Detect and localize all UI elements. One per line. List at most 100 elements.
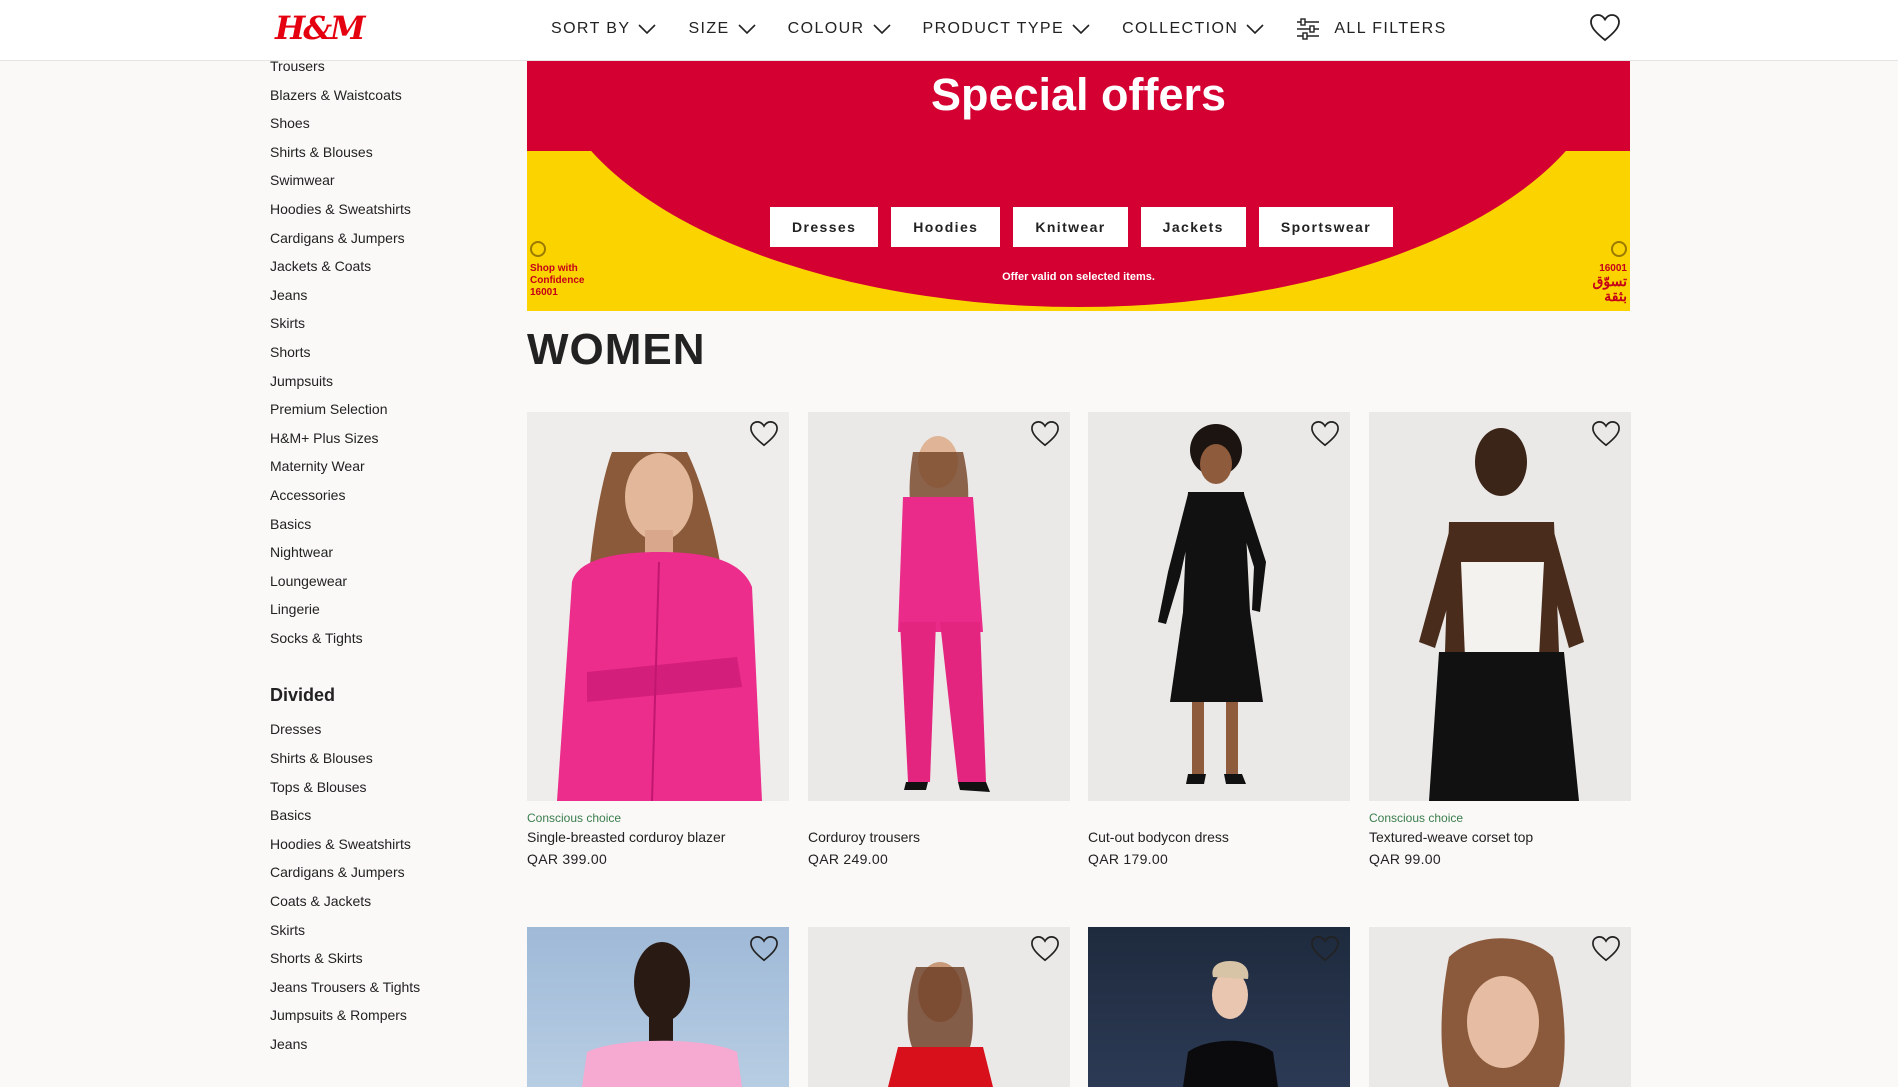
collection-label: COLLECTION: [1122, 20, 1239, 37]
heart-icon[interactable]: [749, 420, 779, 448]
sidebar-item-divided[interactable]: Coats & Jackets: [270, 887, 500, 916]
sidebar-item-divided[interactable]: Cardigans & Jumpers: [270, 858, 500, 887]
product-card[interactable]: Corduroy trousers QAR 249.00: [808, 412, 1070, 867]
sidebar-item-women[interactable]: Loungewear: [270, 567, 500, 596]
product-image[interactable]: [1369, 412, 1631, 801]
sidebar-item-women[interactable]: Lingerie: [270, 595, 500, 624]
seal-line: 16001: [530, 287, 558, 298]
sidebar-item-women[interactable]: Premium Selection: [270, 395, 500, 424]
colour-label: COLOUR: [787, 20, 865, 37]
product-name[interactable]: Single-breasted corduroy blazer: [527, 829, 789, 845]
sidebar-item-divided[interactable]: Basics: [270, 801, 500, 830]
sidebar-item-women[interactable]: Jumpsuits: [270, 367, 500, 396]
heart-icon[interactable]: [1310, 420, 1340, 448]
size-label: SIZE: [688, 20, 730, 37]
heart-icon[interactable]: [1591, 420, 1621, 448]
sidebar-item-divided[interactable]: Hoodies & Sweatshirts: [270, 830, 500, 859]
offer-button-knitwear[interactable]: Knitwear: [1013, 207, 1128, 247]
sort-by-filter[interactable]: SORT BY: [551, 20, 657, 38]
sidebar-item-women[interactable]: Swimwear: [270, 166, 500, 195]
product-type-label: PRODUCT TYPE: [922, 20, 1065, 37]
product-image[interactable]: [1369, 927, 1631, 1087]
product-name[interactable]: Corduroy trousers: [808, 829, 1070, 845]
seal-emblem-icon: [1611, 241, 1627, 257]
favourites-heart-icon[interactable]: [1589, 13, 1621, 43]
sidebar-item-divided[interactable]: Skirts: [270, 916, 500, 945]
sidebar-item-women[interactable]: Nightwear: [270, 538, 500, 567]
sidebar-item-women[interactable]: Accessories: [270, 481, 500, 510]
offer-button-dresses[interactable]: Dresses: [770, 207, 879, 247]
banner-title: Special offers: [930, 69, 1227, 120]
model-pink-trousers-figure: [898, 436, 990, 792]
offer-note: Offer valid on selected items.: [1002, 271, 1155, 283]
divided-heading[interactable]: Divided: [270, 681, 500, 709]
sidebar-item-divided[interactable]: Dresses: [270, 715, 500, 744]
product-name[interactable]: Textured-weave corset top: [1369, 829, 1631, 845]
chevron-down-icon: [872, 24, 891, 35]
sidebar-item-divided[interactable]: Jeans: [270, 1030, 500, 1059]
model-black-dress-figure: [1158, 424, 1266, 784]
sidebar-item-women[interactable]: Shirts & Blouses: [270, 138, 500, 167]
product-type-filter[interactable]: PRODUCT TYPE: [923, 20, 1091, 38]
sidebar-item-women[interactable]: Maternity Wear: [270, 452, 500, 481]
all-filters-label: ALL FILTERS: [1334, 20, 1447, 37]
sidebar-item-women[interactable]: H&M+ Plus Sizes: [270, 424, 500, 453]
sidebar-item-women[interactable]: Hoodies & Sweatshirts: [270, 195, 500, 224]
sidebar-item-women[interactable]: Jeans: [270, 281, 500, 310]
chevron-down-icon: [1072, 24, 1090, 35]
product-name[interactable]: Cut-out bodycon dress: [1088, 829, 1350, 845]
conscious-choice-label: [808, 811, 1070, 827]
seal-line: Shop with: [530, 263, 578, 274]
all-filters-button[interactable]: ALL FILTERS: [1296, 18, 1446, 40]
product-image[interactable]: [1088, 927, 1350, 1087]
product-image[interactable]: [527, 927, 789, 1087]
seal-line: تسوّق: [1592, 273, 1627, 289]
product-card[interactable]: [527, 927, 789, 1087]
sort-by-label: SORT BY: [551, 20, 631, 37]
offer-button-jackets[interactable]: Jackets: [1140, 207, 1246, 247]
product-image[interactable]: [1088, 412, 1350, 801]
offer-buttons: Dresses Hoodies Knitwear Jackets Sportsw…: [770, 207, 1406, 247]
sidebar-item-women[interactable]: Skirts: [270, 309, 500, 338]
product-price: QAR 399.00: [527, 851, 608, 867]
product-card[interactable]: [1369, 927, 1631, 1087]
product-image[interactable]: [527, 412, 789, 801]
colour-filter[interactable]: COLOUR: [788, 20, 891, 38]
hm-logo[interactable]: H&M: [275, 9, 366, 47]
shop-with-confidence-seal: Shop with Confidence 16001: [530, 241, 620, 299]
product-card[interactable]: [1088, 927, 1350, 1087]
heart-icon[interactable]: [1591, 935, 1621, 963]
seal-line: بثقة: [1604, 288, 1627, 304]
heart-icon[interactable]: [1310, 935, 1340, 963]
sidebar-item-divided[interactable]: Jeans Trousers & Tights: [270, 973, 500, 1002]
product-image[interactable]: [808, 927, 1070, 1087]
sidebar-item-women[interactable]: Basics: [270, 510, 500, 539]
sidebar-item-divided[interactable]: Tops & Blouses: [270, 773, 500, 802]
sidebar-item-divided[interactable]: Shorts & Skirts: [270, 944, 500, 973]
product-card[interactable]: Cut-out bodycon dress QAR 179.00: [1088, 412, 1350, 867]
heart-icon[interactable]: [1030, 420, 1060, 448]
heart-icon[interactable]: [1030, 935, 1060, 963]
sidebar-item-women[interactable]: Jackets & Coats: [270, 252, 500, 281]
product-card[interactable]: [808, 927, 1070, 1087]
product-card[interactable]: Conscious choice Single-breasted corduro…: [527, 412, 789, 867]
product-image[interactable]: [808, 412, 1070, 801]
filter-bar: SORT BY SIZE COLOUR PRODUCT TYPE COLLECT…: [551, 18, 1479, 40]
sidebar-item-women[interactable]: Socks & Tights: [270, 624, 500, 653]
model-corset-top-figure: [1419, 428, 1584, 801]
sidebar-item-divided[interactable]: Shirts & Blouses: [270, 744, 500, 773]
conscious-choice-label: Conscious choice: [527, 811, 622, 825]
sidebar-item-women[interactable]: Shorts: [270, 338, 500, 367]
sidebar-item-women[interactable]: Cardigans & Jumpers: [270, 224, 500, 253]
product-price: QAR 99.00: [1369, 851, 1441, 867]
offer-button-sportswear[interactable]: Sportswear: [1258, 207, 1394, 247]
collection-filter[interactable]: COLLECTION: [1122, 20, 1264, 38]
heart-icon[interactable]: [749, 935, 779, 963]
sidebar-item-women[interactable]: Shoes: [270, 109, 500, 138]
size-filter[interactable]: SIZE: [688, 20, 756, 38]
sidebar-item-divided[interactable]: Jumpsuits & Rompers: [270, 1001, 500, 1030]
offer-button-hoodies[interactable]: Hoodies: [891, 207, 1001, 247]
chevron-down-icon: [1246, 24, 1264, 35]
sidebar-item-women[interactable]: Blazers & Waistcoats: [270, 81, 500, 110]
product-card[interactable]: Conscious choice Textured-weave corset t…: [1369, 412, 1631, 867]
